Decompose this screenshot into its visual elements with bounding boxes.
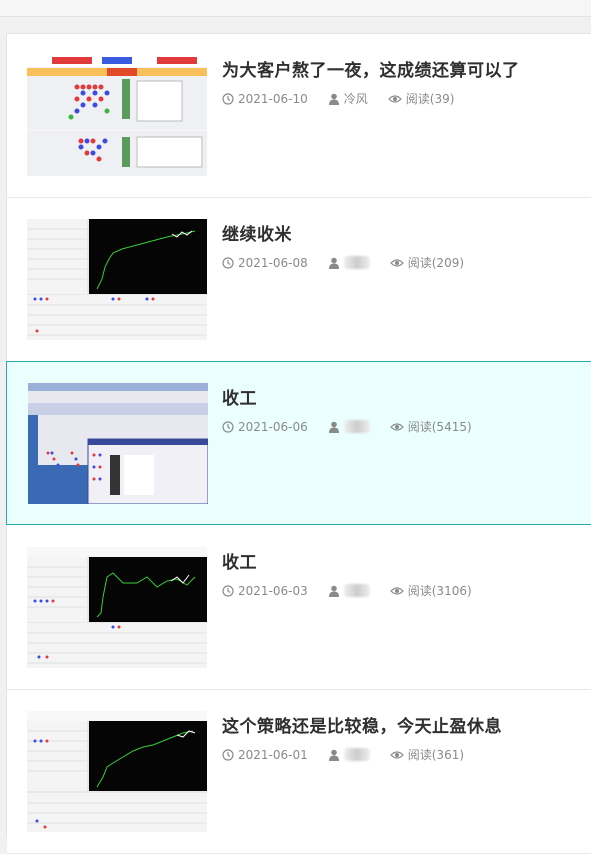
- post-views-text: 阅读(3106): [407, 584, 472, 598]
- post-date-text: 2021-06-08: [238, 255, 308, 270]
- clock-icon: [222, 92, 234, 105]
- post-views: 阅读(361): [389, 746, 465, 763]
- post-date: 2021-06-06: [222, 420, 308, 434]
- post-author[interactable]: 冷风: [328, 90, 368, 107]
- post-item[interactable]: 继续收米 2021-06-08 阅读(209): [7, 198, 591, 362]
- author-redacted: [343, 420, 370, 433]
- post-date-text: 2021-06-03: [238, 583, 308, 598]
- post-thumbnail[interactable]: [27, 55, 207, 176]
- user-icon: [328, 93, 339, 105]
- post-item-active[interactable]: 收工 2021-06-06 阅读(5415): [6, 361, 591, 525]
- clock-icon: [222, 420, 234, 433]
- user-icon: [328, 257, 339, 269]
- author-redacted: [343, 256, 370, 269]
- post-views-text: 阅读(5415): [407, 420, 472, 434]
- post-meta: 2021-06-08 阅读(209): [222, 254, 484, 271]
- post-author[interactable]: [328, 584, 370, 597]
- post-title[interactable]: 继续收米: [222, 220, 292, 245]
- post-author-text[interactable]: 冷风: [344, 90, 368, 107]
- post-meta: 2021-06-01 阅读(361): [222, 746, 484, 763]
- author-redacted: [343, 584, 370, 597]
- post-author[interactable]: [328, 420, 370, 433]
- post-item[interactable]: 收工 2021-06-03 阅读(3106): [7, 526, 591, 690]
- eye-icon: [389, 422, 404, 431]
- post-views-text: 阅读(209): [407, 256, 465, 270]
- eye-icon: [389, 258, 404, 267]
- post-title[interactable]: 为大客户熬了一夜，这成绩还算可以了: [222, 56, 520, 81]
- user-icon: [328, 585, 339, 597]
- user-icon: [328, 749, 339, 761]
- post-date: 2021-06-10: [222, 92, 308, 106]
- post-author[interactable]: [328, 256, 370, 269]
- post-date-text: 2021-06-01: [238, 747, 308, 762]
- post-item[interactable]: 这个策略还是比较稳，今天止盈休息 2021-06-01 阅读(361): [7, 690, 591, 854]
- post-date-text: 2021-06-06: [238, 419, 308, 434]
- top-bar: [0, 0, 591, 17]
- post-meta: 2021-06-10 冷风 阅读(39): [222, 90, 474, 107]
- post-views-text: 阅读(39): [405, 92, 455, 106]
- post-thumbnail[interactable]: [27, 547, 207, 668]
- post-date: 2021-06-03: [222, 584, 308, 598]
- post-date: 2021-06-08: [222, 256, 308, 270]
- post-thumbnail[interactable]: [27, 219, 207, 340]
- eye-icon: [389, 750, 404, 759]
- post-date: 2021-06-01: [222, 748, 308, 762]
- post-item[interactable]: 为大客户熬了一夜，这成绩还算可以了 2021-06-10 冷风 阅读(39): [7, 34, 591, 198]
- post-author[interactable]: [328, 748, 370, 761]
- post-title[interactable]: 收工: [222, 384, 257, 409]
- post-title[interactable]: 收工: [222, 548, 257, 573]
- clock-icon: [222, 584, 234, 597]
- post-list: 为大客户熬了一夜，这成绩还算可以了 2021-06-10 冷风 阅读(39) 继…: [6, 33, 591, 854]
- eye-icon: [387, 94, 402, 103]
- post-meta: 2021-06-03 阅读(3106): [222, 582, 492, 599]
- clock-icon: [222, 748, 234, 761]
- post-views: 阅读(39): [387, 90, 455, 107]
- author-redacted: [343, 748, 370, 761]
- user-icon: [328, 421, 339, 433]
- post-date-text: 2021-06-10: [238, 91, 308, 106]
- post-views-text: 阅读(361): [407, 748, 465, 762]
- post-views: 阅读(3106): [389, 582, 472, 599]
- clock-icon: [222, 256, 234, 269]
- post-views: 阅读(209): [389, 254, 465, 271]
- eye-icon: [389, 586, 404, 595]
- post-thumbnail[interactable]: [27, 711, 207, 832]
- post-title[interactable]: 这个策略还是比较稳，今天止盈休息: [222, 712, 502, 737]
- post-meta: 2021-06-06 阅读(5415): [222, 418, 492, 435]
- post-thumbnail[interactable]: [28, 383, 208, 504]
- post-views: 阅读(5415): [389, 418, 472, 435]
